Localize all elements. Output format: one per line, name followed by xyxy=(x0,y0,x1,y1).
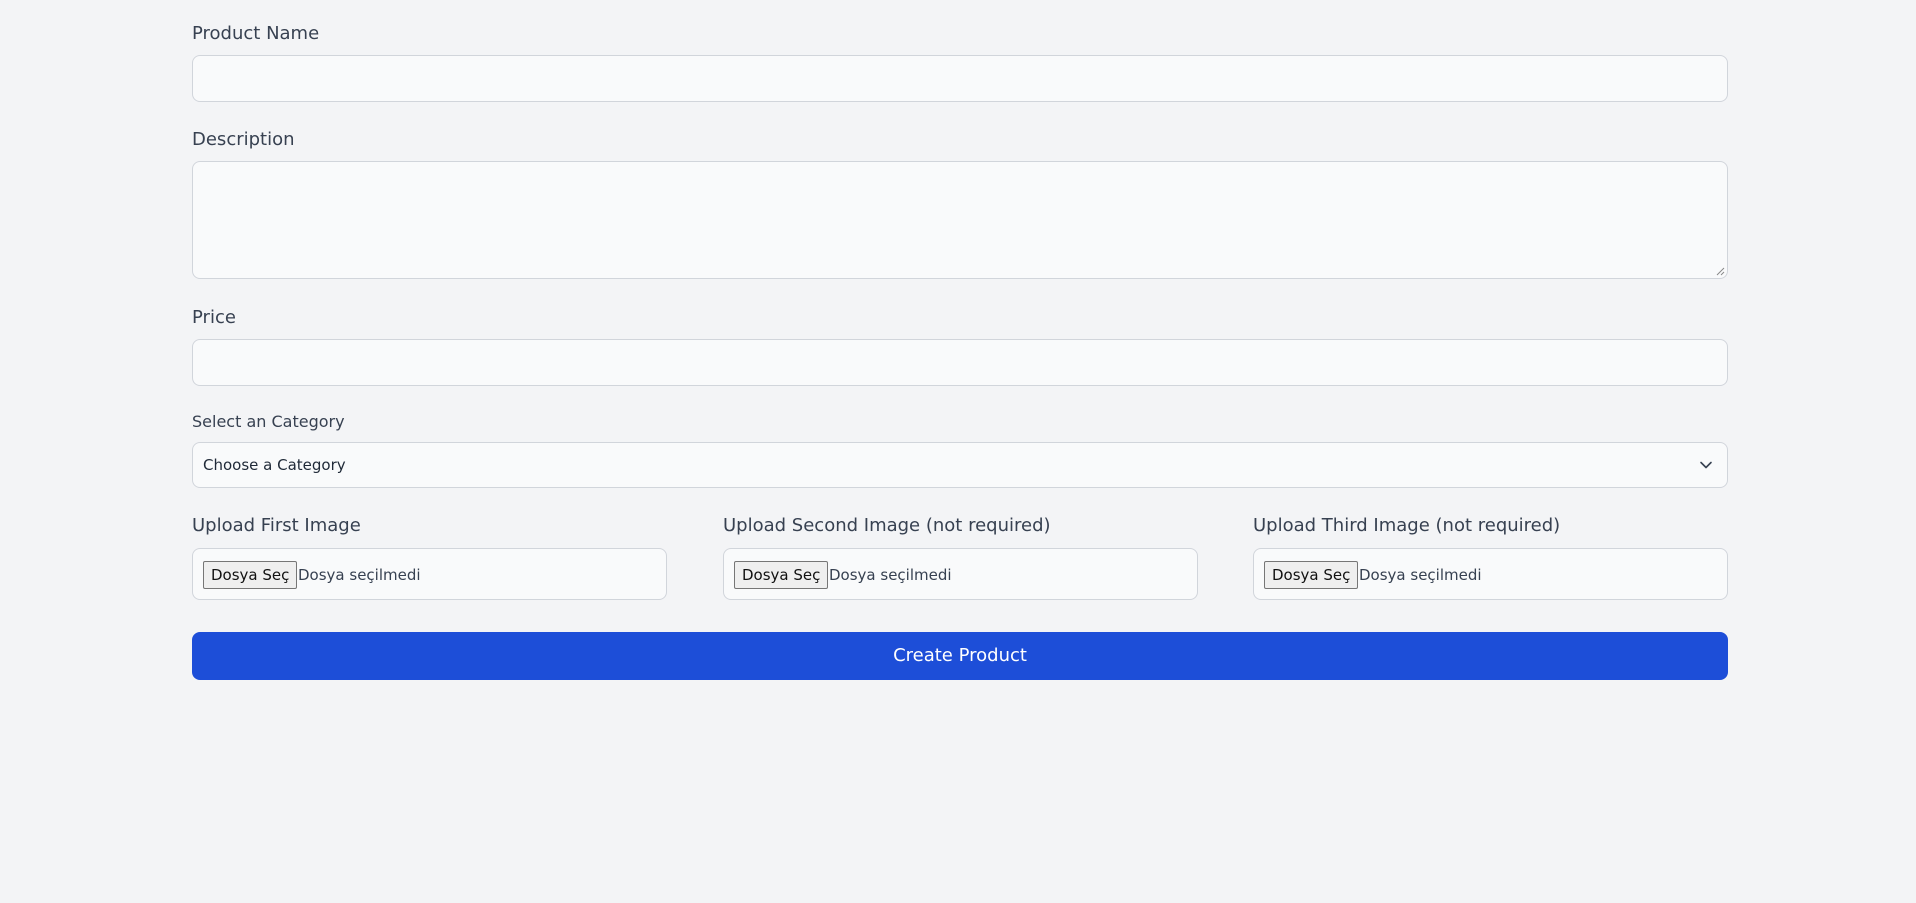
create-product-button[interactable]: Create Product xyxy=(192,632,1728,680)
description-textarea[interactable] xyxy=(192,161,1728,279)
upload-third-choose-button[interactable]: Dosya Seç xyxy=(1264,561,1359,589)
upload-second-label: Upload Second Image (not required) xyxy=(723,515,1051,536)
upload-first-status: Dosya seçilmedi xyxy=(298,566,421,584)
price-input[interactable] xyxy=(192,339,1728,386)
upload-first-input[interactable]: Dosya Seç Dosya seçilmedi xyxy=(192,548,667,600)
upload-second-input[interactable]: Dosya Seç Dosya seçilmedi xyxy=(723,548,1198,600)
category-select[interactable]: Choose a Category xyxy=(192,442,1728,488)
product-name-input[interactable] xyxy=(192,55,1728,102)
upload-first-label: Upload First Image xyxy=(192,515,361,536)
description-label: Description xyxy=(192,129,295,150)
resize-grip-icon[interactable] xyxy=(1715,266,1725,276)
category-selected-value: Choose a Category xyxy=(203,456,346,474)
upload-third-status: Dosya seçilmedi xyxy=(1359,566,1482,584)
upload-second-status: Dosya seçilmedi xyxy=(829,566,952,584)
upload-third-input[interactable]: Dosya Seç Dosya seçilmedi xyxy=(1253,548,1728,600)
product-name-label: Product Name xyxy=(192,23,320,44)
category-label: Select an Category xyxy=(192,412,345,431)
upload-second-choose-button[interactable]: Dosya Seç xyxy=(734,561,829,589)
price-label: Price xyxy=(192,307,236,328)
upload-third-label: Upload Third Image (not required) xyxy=(1253,515,1561,536)
upload-first-choose-button[interactable]: Dosya Seç xyxy=(203,561,298,589)
chevron-down-icon xyxy=(1700,461,1712,469)
